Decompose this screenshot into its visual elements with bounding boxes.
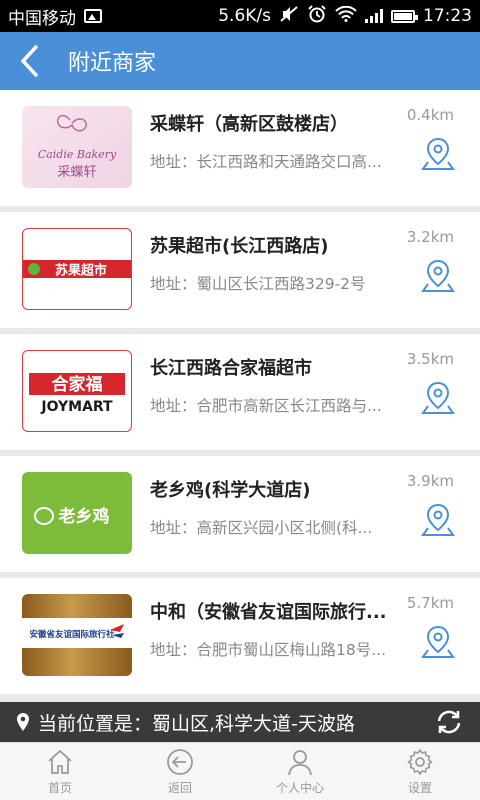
tab-home[interactable]: 首页 <box>0 743 120 800</box>
merchant-distance: 3.9km <box>406 472 454 490</box>
merchant-distance: 3.5km <box>406 350 454 368</box>
mute-icon <box>279 5 299 27</box>
merchant-address: 地址：蜀山区长江西路329-2号 <box>150 275 366 293</box>
home-icon <box>48 750 72 774</box>
map-pin-icon[interactable] <box>420 258 456 294</box>
signal-icon <box>365 9 383 23</box>
tab-label: 返回 <box>167 781 192 795</box>
map-pin-icon[interactable] <box>420 502 456 538</box>
tab-label: 首页 <box>47 781 72 795</box>
merchant-logo-laoxiangji: 老乡鸡 <box>22 472 132 554</box>
merchant-name: 苏果超市(长江西路店) <box>150 236 329 257</box>
merchant-logo-caidie: Caidie Bakery 采蝶轩 <box>22 106 132 188</box>
back-circle-icon <box>167 749 193 775</box>
merchant-distance: 5.7km <box>406 594 454 612</box>
merchant-name: 采蝶轩（高新区鼓楼店） <box>150 114 348 135</box>
tab-settings[interactable]: 设置 <box>360 743 480 800</box>
alarm-icon <box>307 5 327 27</box>
tab-label: 设置 <box>407 781 432 795</box>
carrier-name: 中国移动 <box>8 8 76 29</box>
merchant-address: 地址：长江西路和天通路交口高... <box>150 153 382 171</box>
merchant-item[interactable]: 安徽省友谊国际旅行社 中和（安徽省友谊国际旅行... 地址：合肥市蜀山区梅山路1… <box>0 578 480 694</box>
map-pin-icon[interactable] <box>420 380 456 416</box>
gear-icon <box>407 749 433 775</box>
map-pin-icon[interactable] <box>420 136 456 172</box>
logo-text: 合家福 <box>52 374 103 395</box>
tab-label: 个人中心 <box>275 781 324 795</box>
merchant-item[interactable]: 合家福 JOYMART 长江西路合家福超市 地址：合肥市高新区长江西路与... … <box>0 334 480 450</box>
merchant-item[interactable]: Caidie Bakery 采蝶轩 采蝶轩（高新区鼓楼店） 地址：长江西路和天通… <box>0 90 480 206</box>
network-speed: 5.6K/s <box>218 6 271 26</box>
logo-text: Caidie Bakery <box>38 148 117 161</box>
current-location-bar: 当前位置是：蜀山区,科学大道-天波路 <box>0 702 480 742</box>
merchant-name: 老乡鸡(科学大道店) <box>150 480 311 501</box>
logo-text: 安徽省友谊国际旅行社 <box>29 629 115 640</box>
refresh-icon[interactable] <box>434 708 464 736</box>
merchant-logo-joymart: 合家福 JOYMART <box>22 350 132 432</box>
wifi-icon <box>335 5 357 26</box>
merchant-item[interactable]: 老乡鸡 老乡鸡(科学大道店) 地址：高新区兴园小区北侧(科... 3.9km <box>0 456 480 572</box>
image-notification-icon <box>84 9 102 23</box>
bottom-tab-bar: 首页 返回 个人中心 设置 <box>0 742 480 800</box>
merchant-distance: 0.4km <box>406 106 454 124</box>
merchant-list: Caidie Bakery 采蝶轩 采蝶轩（高新区鼓楼店） 地址：长江西路和天通… <box>0 90 480 700</box>
tab-back[interactable]: 返回 <box>120 743 240 800</box>
user-icon <box>288 750 312 776</box>
chevron-left-icon <box>21 45 38 77</box>
map-pin-icon[interactable] <box>420 624 456 660</box>
merchant-logo-youyi: 安徽省友谊国际旅行社 <box>22 594 132 676</box>
merchant-logo-suguo: 苏果超市 <box>22 228 132 310</box>
merchant-address: 地址：合肥市高新区长江西路与... <box>150 397 382 415</box>
page-title: 附近商家 <box>68 51 157 76</box>
logo-subtext: JOYMART <box>40 399 113 415</box>
clock: 17:23 <box>423 6 472 26</box>
merchant-address: 地址：高新区兴园小区北侧(科... <box>150 519 373 537</box>
merchant-distance: 3.2km <box>406 228 454 246</box>
logo-text: 苏果超市 <box>55 263 107 279</box>
merchant-item[interactable]: 苏果超市 苏果超市(长江西路店) 地址：蜀山区长江西路329-2号 3.2km <box>0 212 480 328</box>
status-bar: 中国移动 5.6K/s 17:23 <box>0 0 480 32</box>
title-bar: 附近商家 <box>0 32 480 90</box>
merchant-address: 地址：合肥市蜀山区梅山路18号... <box>150 641 387 659</box>
battery-icon <box>391 9 418 23</box>
logo-text: 老乡鸡 <box>58 506 110 527</box>
logo-subtext: 采蝶轩 <box>57 165 96 180</box>
current-location-text: 当前位置是：蜀山区,科学大道-天波路 <box>38 712 355 735</box>
back-button[interactable] <box>0 32 58 90</box>
merchant-name: 中和（安徽省友谊国际旅行... <box>150 602 387 623</box>
tab-profile[interactable]: 个人中心 <box>240 743 360 800</box>
location-pin-icon <box>17 713 29 731</box>
merchant-name: 长江西路合家福超市 <box>150 358 312 379</box>
